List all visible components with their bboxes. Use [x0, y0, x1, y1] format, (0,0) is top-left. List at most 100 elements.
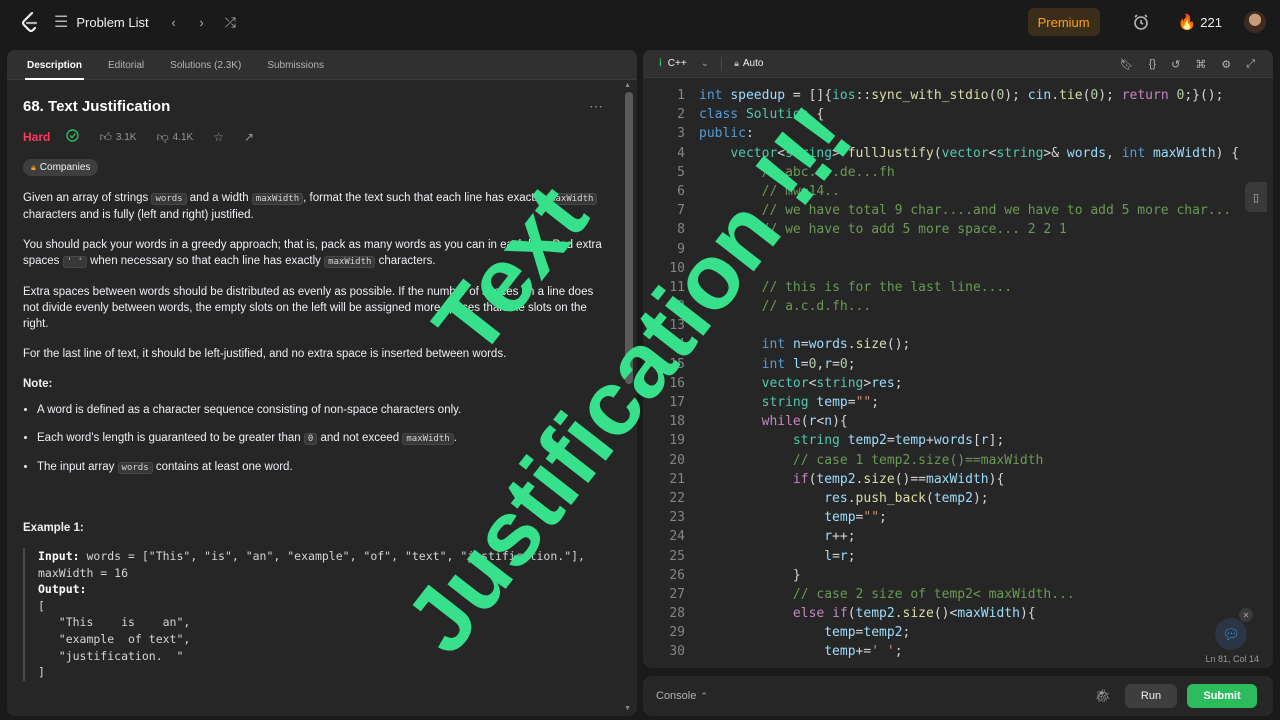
code-text[interactable]: vector<string> fullJustify(vector<string… — [685, 144, 1239, 163]
code-line[interactable]: 22 res.push_back(temp2); — [643, 489, 1273, 508]
code-text[interactable]: class Solution { — [685, 105, 824, 124]
code-line[interactable]: 15 int l=0,r=0; — [643, 355, 1273, 374]
submit-button[interactable]: Submit — [1187, 684, 1257, 708]
code-text[interactable]: } — [685, 566, 801, 585]
scroll-up-arrow-icon[interactable]: ▲ — [624, 82, 631, 89]
code-line[interactable]: 23 temp=""; — [643, 508, 1273, 527]
premium-button[interactable]: Premium — [1027, 8, 1100, 36]
code-line[interactable]: 19 string temp2=temp+words[r]; — [643, 431, 1273, 450]
code-line[interactable]: 1 int speedup = []{ios::sync_with_stdio(0… — [643, 86, 1273, 105]
braces-icon[interactable]: {} — [1149, 58, 1156, 70]
code-line[interactable]: 13 — [643, 316, 1273, 335]
notes-icon[interactable]: ▯ — [1245, 182, 1267, 212]
code-text[interactable]: string temp=""; — [685, 393, 879, 412]
code-line[interactable]: 30 temp+=' '; — [643, 642, 1273, 661]
run-button[interactable]: Run — [1125, 684, 1177, 708]
code-text[interactable]: temp=""; — [685, 508, 887, 527]
code-line[interactable]: 28 else if(temp2.size()<maxWidth){ — [643, 604, 1273, 623]
leetcode-logo-icon[interactable] — [16, 8, 44, 36]
prev-problem-button[interactable]: ‹ — [163, 11, 185, 33]
shortcut-icon[interactable]: ⌘ — [1195, 58, 1206, 71]
code-text[interactable]: vector<string>res; — [685, 374, 903, 393]
code-text[interactable]: int n=words.size(); — [685, 335, 911, 354]
share-icon[interactable]: ↗ — [244, 130, 254, 144]
code-text[interactable]: // we have to add 5 more space... 2 2 1 — [685, 220, 1067, 239]
more-options-icon[interactable]: ⋯ — [589, 98, 603, 115]
reset-icon[interactable]: ↺ — [1171, 58, 1180, 71]
tab-editorial[interactable]: Editorial — [100, 60, 152, 79]
code-text[interactable] — [685, 259, 699, 278]
code-text[interactable] — [685, 316, 699, 335]
code-text[interactable]: // case 2 size of temp2< maxWidth... — [685, 585, 1075, 604]
code-line[interactable]: 17 string temp=""; — [643, 393, 1273, 412]
chat-assistant-icon[interactable]: 💬︎ — [1215, 618, 1247, 650]
code-line[interactable]: 7 // we have total 9 char....and we have… — [643, 201, 1273, 220]
tab-submissions[interactable]: Submissions — [259, 60, 332, 79]
settings-gear-icon[interactable]: ⚙ — [1221, 58, 1231, 71]
code-line[interactable]: 27 // case 2 size of temp2< maxWidth... — [643, 585, 1273, 604]
code-line[interactable]: 4 vector<string> fullJustify(vector<stri… — [643, 144, 1273, 163]
code-line[interactable]: 21 if(temp2.size()==maxWidth){ — [643, 470, 1273, 489]
code-text[interactable]: temp+=' '; — [685, 642, 902, 661]
code-text[interactable]: // case 1 temp2.size()==maxWidth — [685, 451, 1043, 470]
code-line[interactable]: 5 // abc....de...fh — [643, 163, 1273, 182]
dislike-button[interactable]: 👎︎ 4.1K — [156, 130, 193, 145]
auto-mode-label[interactable]: Auto — [743, 58, 764, 69]
next-problem-button[interactable]: › — [191, 11, 213, 33]
code-line[interactable]: 14 int n=words.size(); — [643, 335, 1273, 354]
problem-list-icon[interactable]: ☰ — [54, 12, 68, 32]
problem-title[interactable]: 68. Text Justification — [23, 98, 621, 115]
language-select[interactable]: C++ — [668, 58, 687, 69]
code-text[interactable]: // abc....de...fh — [685, 163, 895, 182]
code-line[interactable]: 11 // this is for the last line.... — [643, 278, 1273, 297]
tab-description[interactable]: Description — [19, 60, 90, 80]
debug-bug-icon[interactable]: 🐞︎ — [1094, 688, 1111, 704]
tab-solutions[interactable]: Solutions (2.3K) — [162, 60, 249, 79]
code-text[interactable]: else if(temp2.size()<maxWidth){ — [685, 604, 1036, 623]
console-toggle[interactable]: Console ⌃ — [656, 690, 708, 702]
like-button[interactable]: 👍︎ 3.1K — [99, 130, 136, 145]
code-line[interactable]: 2 class Solution { — [643, 105, 1273, 124]
code-line[interactable]: 12 // a.c.d.fh... — [643, 297, 1273, 316]
code-line[interactable]: 20 // case 1 temp2.size()==maxWidth — [643, 451, 1273, 470]
fullscreen-icon[interactable]: ⤢ — [1246, 58, 1255, 71]
bookmark-icon[interactable]: 🔖︎ — [1120, 58, 1134, 71]
chevron-down-icon[interactable]: ⌄ — [701, 58, 709, 69]
alarm-clock-icon[interactable] — [1130, 11, 1152, 33]
code-text[interactable]: r++; — [685, 527, 855, 546]
code-text[interactable]: int speedup = []{ios::sync_with_stdio(0)… — [685, 86, 1223, 105]
code-line[interactable]: 16 vector<string>res; — [643, 374, 1273, 393]
code-text[interactable]: string temp2=temp+words[r]; — [685, 431, 1004, 450]
code-text[interactable]: if(temp2.size()==maxWidth){ — [685, 470, 1004, 489]
code-text[interactable]: // mw=14.. — [685, 182, 840, 201]
avatar[interactable] — [1244, 11, 1266, 33]
code-line[interactable]: 25 l=r; — [643, 547, 1273, 566]
code-text[interactable]: public: — [685, 124, 754, 143]
scroll-down-arrow-icon[interactable]: ▼ — [624, 705, 631, 712]
code-text[interactable]: int l=0,r=0; — [685, 355, 856, 374]
code-line[interactable]: 29 temp=temp2; — [643, 623, 1273, 642]
star-icon[interactable]: ☆ — [213, 130, 224, 144]
code-area[interactable]: 1 int speedup = []{ios::sync_with_stdio(0… — [643, 78, 1273, 662]
code-text[interactable]: while(r<n){ — [685, 412, 848, 431]
problem-list-link[interactable]: Problem List — [76, 15, 148, 30]
shuffle-icon[interactable]: ⤮ — [225, 14, 236, 31]
code-line[interactable]: 6 // mw=14.. — [643, 182, 1273, 201]
code-line[interactable]: 8 // we have to add 5 more space... 2 2 … — [643, 220, 1273, 239]
code-line[interactable]: 26 } — [643, 566, 1273, 585]
code-line[interactable]: 18 while(r<n){ — [643, 412, 1273, 431]
code-text[interactable] — [685, 240, 699, 259]
streak-counter[interactable]: 🔥 221 — [1178, 13, 1222, 31]
code-text[interactable]: l=r; — [685, 547, 855, 566]
code-text[interactable]: res.push_back(temp2); — [685, 489, 988, 508]
companies-tag[interactable]: 🔒︎ Companies — [23, 159, 99, 176]
code-text[interactable]: // this is for the last line.... — [685, 278, 1012, 297]
code-text[interactable]: temp=temp2; — [685, 623, 910, 642]
code-line[interactable]: 3 public: — [643, 124, 1273, 143]
code-text[interactable]: // a.c.d.fh... — [685, 297, 872, 316]
code-line[interactable]: 24 r++; — [643, 527, 1273, 546]
code-text[interactable]: // we have total 9 char....and we have t… — [685, 201, 1232, 220]
close-icon[interactable]: ✕ — [1239, 608, 1253, 622]
code-line[interactable]: 9 — [643, 240, 1273, 259]
code-line[interactable]: 10 — [643, 259, 1273, 278]
